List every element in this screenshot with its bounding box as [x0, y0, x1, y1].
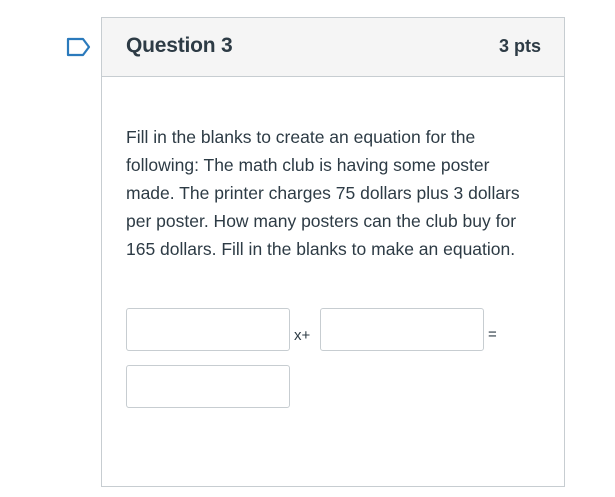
bookmark-flag-icon[interactable]: [66, 37, 92, 57]
question-header: Question 3 3 pts: [102, 18, 564, 77]
question-title: Question 3: [126, 34, 233, 57]
equation-blank-2[interactable]: [320, 308, 484, 351]
question-points: 3 pts: [498, 36, 541, 56]
equation-blank-1[interactable]: [126, 308, 290, 351]
operator-equals: =: [488, 326, 497, 343]
operator-x-plus: x+: [294, 327, 311, 344]
question-text: Fill in the blanks to create an equation…: [126, 127, 520, 259]
question-card: Question 3 3 pts Fill in the blanks to c…: [101, 17, 565, 487]
equation-blank-3[interactable]: [126, 365, 290, 408]
